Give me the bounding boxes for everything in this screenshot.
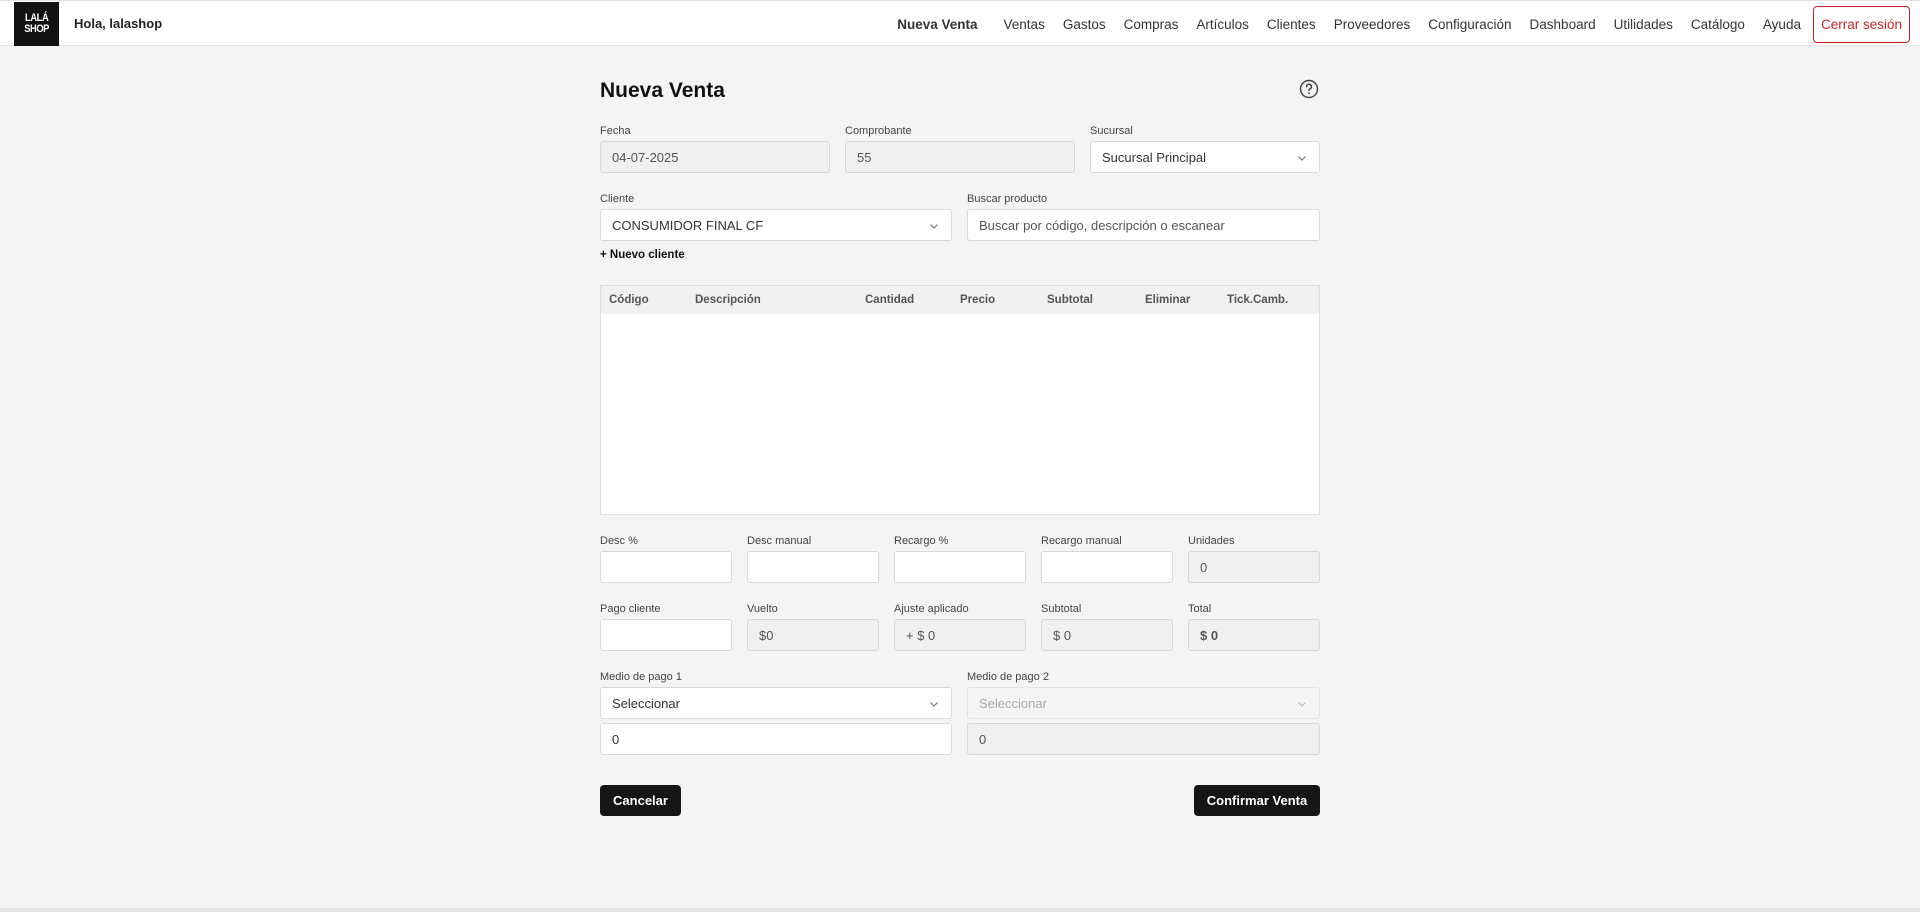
- vuelto-field: $0: [747, 619, 879, 651]
- top-navbar: LALÁ SHOP Hola, lalashop Nueva Venta Ven…: [0, 0, 1920, 46]
- ajuste-label: Ajuste aplicado: [894, 603, 969, 615]
- recargo-pct-input[interactable]: [894, 551, 1026, 583]
- nav-dashboard[interactable]: Dashboard: [1530, 17, 1596, 32]
- col-ticket-cambio: Tick.Camb.: [1227, 294, 1289, 306]
- medio-pago-1-select[interactable]: Seleccionar: [600, 687, 952, 719]
- ajuste-field: + $ 0: [894, 619, 1026, 651]
- footer-divider: [0, 908, 1920, 912]
- fecha-field[interactable]: 04-07-2025: [600, 141, 830, 173]
- cliente-label: Cliente: [600, 193, 635, 205]
- nav-proveedores[interactable]: Proveedores: [1334, 17, 1411, 32]
- col-descripcion: Descripción: [695, 294, 761, 306]
- nav-utilidades[interactable]: Utilidades: [1614, 17, 1673, 32]
- new-client-link[interactable]: + Nuevo cliente: [600, 249, 685, 261]
- cancel-button[interactable]: Cancelar: [600, 785, 681, 816]
- total-label: Total: [1188, 603, 1212, 615]
- products-table: Código Descripción Cantidad Precio Subto…: [600, 285, 1320, 515]
- medio-pago-2-select: Seleccionar: [967, 687, 1320, 719]
- logout-button[interactable]: Cerrar sesión: [1812, 6, 1910, 43]
- fecha-label: Fecha: [600, 125, 631, 137]
- col-precio: Precio: [960, 294, 996, 306]
- nav-compras[interactable]: Compras: [1124, 17, 1179, 32]
- medio-pago-1-value: Seleccionar: [612, 695, 680, 711]
- chevron-down-icon: [930, 224, 938, 229]
- recargo-manual-input[interactable]: [1041, 551, 1173, 583]
- desc-manual-input[interactable]: [747, 551, 879, 583]
- comprobante-label: Comprobante: [845, 125, 912, 137]
- product-search-input[interactable]: [967, 209, 1320, 241]
- help-icon[interactable]: [1299, 79, 1319, 99]
- medio-pago-2-label: Medio de pago 2: [967, 671, 1049, 683]
- medio-pago-1-label: Medio de pago 1: [600, 671, 682, 683]
- table-header: Código Descripción Cantidad Precio Subto…: [601, 286, 1319, 314]
- col-codigo: Código: [609, 294, 649, 306]
- nav-articulos[interactable]: Artículos: [1196, 17, 1249, 32]
- nav-ayuda[interactable]: Ayuda: [1763, 17, 1801, 32]
- buscar-producto-label: Buscar producto: [967, 193, 1048, 205]
- confirm-sale-button[interactable]: Confirmar Venta: [1194, 785, 1320, 816]
- page-title: Nueva Venta: [600, 79, 725, 102]
- desc-manual-label: Desc manual: [747, 535, 812, 547]
- chevron-down-icon: [930, 702, 938, 707]
- medio-pago-1-amount[interactable]: 0: [600, 723, 952, 755]
- nav-ventas[interactable]: Ventas: [1004, 17, 1045, 32]
- user-greeting: Hola, lalashop: [74, 16, 163, 31]
- chevron-down-icon: [1298, 702, 1306, 707]
- comprobante-field[interactable]: 55: [845, 141, 1075, 173]
- col-eliminar: Eliminar: [1145, 294, 1191, 306]
- nav-gastos[interactable]: Gastos: [1063, 17, 1106, 32]
- subtotal-label: Subtotal: [1041, 603, 1082, 615]
- nav-nueva-venta[interactable]: Nueva Venta: [897, 17, 977, 32]
- nav-configuracion[interactable]: Configuración: [1428, 17, 1511, 32]
- recargo-pct-label: Recargo %: [894, 535, 949, 547]
- medio-pago-2-value: Seleccionar: [979, 695, 1047, 711]
- col-cantidad: Cantidad: [865, 294, 915, 306]
- desc-pct-input[interactable]: [600, 551, 732, 583]
- pago-cliente-label: Pago cliente: [600, 603, 661, 615]
- cliente-value: CONSUMIDOR FINAL CF: [612, 217, 764, 233]
- logo-line-2: SHOP: [24, 23, 49, 35]
- cliente-select[interactable]: CONSUMIDOR FINAL CF: [600, 209, 952, 241]
- desc-pct-label: Desc %: [600, 535, 638, 547]
- nav-catalogo[interactable]: Catálogo: [1691, 17, 1745, 32]
- main-nav: Nueva Venta Ventas Gastos Compras Artícu…: [879, 6, 1910, 43]
- sucursal-value: Sucursal Principal: [1102, 149, 1207, 165]
- brand-logo[interactable]: LALÁ SHOP: [14, 2, 59, 46]
- pago-cliente-input[interactable]: [600, 619, 732, 651]
- medio-pago-2-amount: 0: [967, 723, 1320, 755]
- col-subtotal: Subtotal: [1047, 294, 1093, 306]
- unidades-label: Unidades: [1188, 535, 1235, 547]
- sucursal-label: Sucursal: [1090, 125, 1133, 137]
- subtotal-field: $ 0: [1041, 619, 1173, 651]
- total-field: $ 0: [1188, 619, 1320, 651]
- sucursal-select[interactable]: Sucursal Principal: [1090, 141, 1320, 173]
- unidades-field: 0: [1188, 551, 1320, 583]
- vuelto-label: Vuelto: [747, 603, 778, 615]
- recargo-manual-label: Recargo manual: [1041, 535, 1122, 547]
- nav-clientes[interactable]: Clientes: [1267, 17, 1316, 32]
- chevron-down-icon: [1298, 156, 1306, 161]
